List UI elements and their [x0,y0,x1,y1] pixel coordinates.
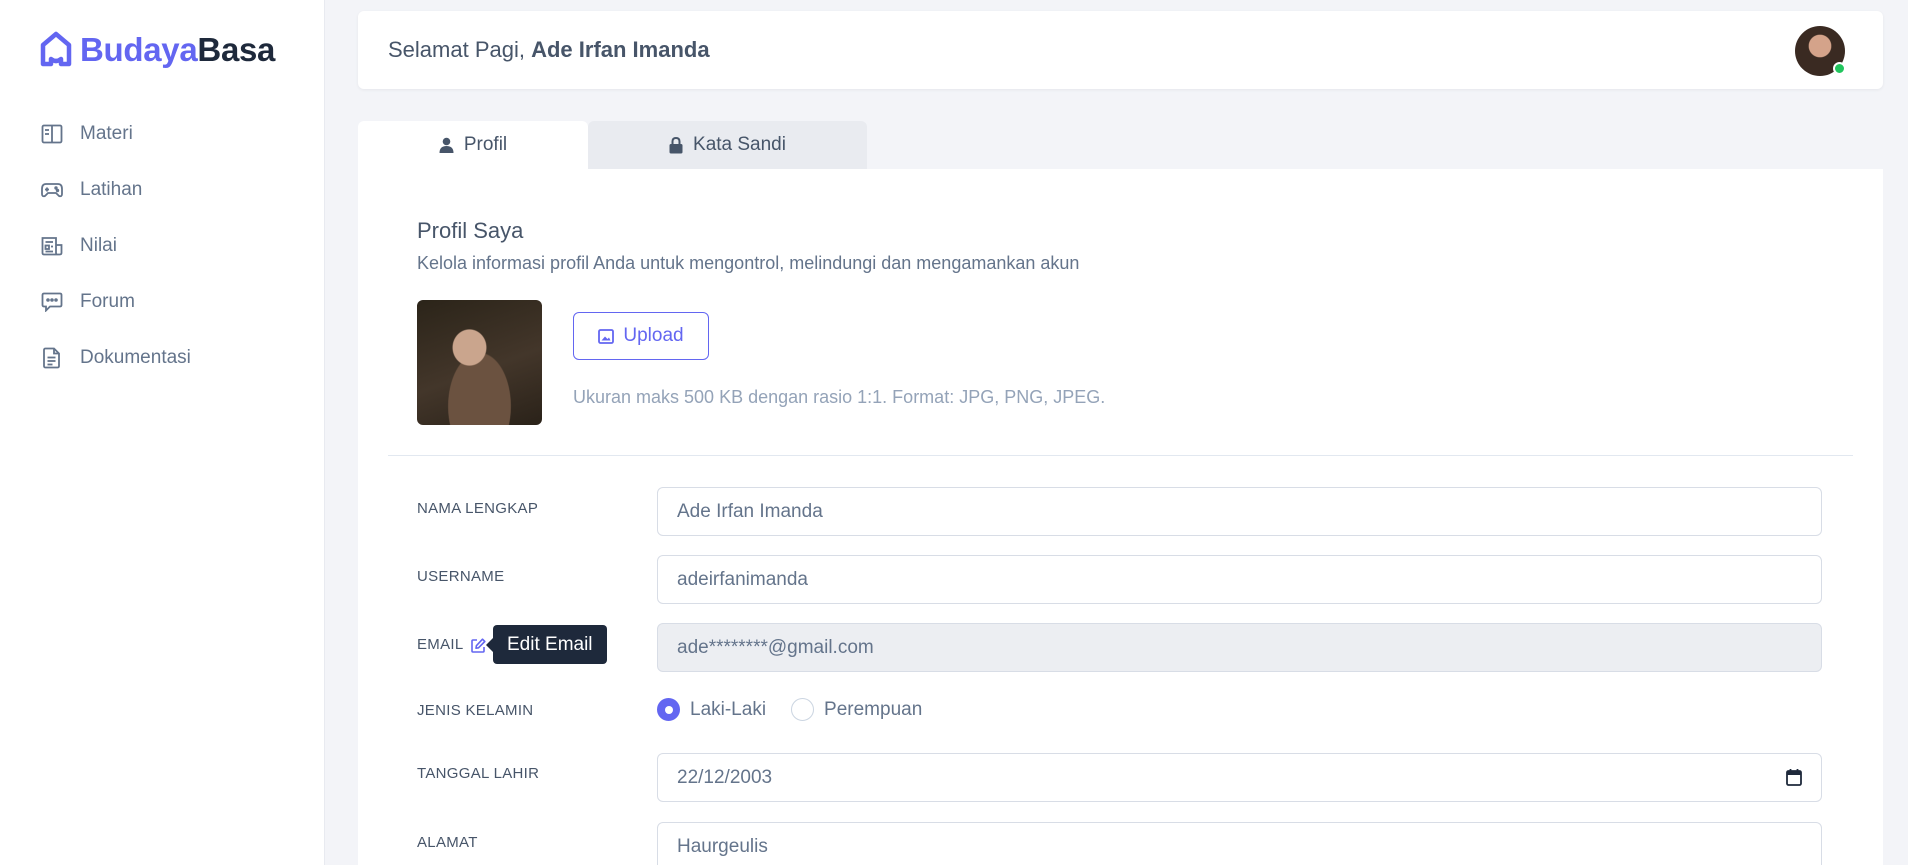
sidebar-item-label: Materi [80,123,133,144]
full-name-label: NAMA LENGKAP [417,500,539,517]
book-open-icon [40,122,64,146]
edit-icon[interactable] [471,637,487,653]
user-icon [439,137,454,153]
profile-photo [417,300,542,425]
email-field: ade********@gmail.com [657,623,1822,672]
avatar[interactable] [1795,26,1846,76]
birth-date-field[interactable]: 22/12/2003 [657,753,1822,802]
lock-icon [669,136,683,153]
email-label: EMAIL [417,636,487,653]
sidebar-item-dokumentasi[interactable]: Dokumentasi [40,330,191,386]
upload-label: Upload [623,325,684,346]
gender-radio-male[interactable] [657,698,680,721]
sidebar-item-nilai[interactable]: Nilai [40,218,191,274]
online-status-dot [1833,62,1846,75]
sidebar-item-materi[interactable]: Materi [40,106,191,162]
upload-button[interactable]: Upload [573,312,709,360]
tab-kata-sandi[interactable]: Kata Sandi [588,121,867,169]
section-subtitle: Kelola informasi profil Anda untuk mengo… [417,253,1080,273]
full-name-field[interactable]: Ade Irfan Imanda [657,487,1822,536]
sidebar-item-label: Latihan [80,179,143,200]
username-field[interactable]: adeirfanimanda [657,555,1822,604]
tab-profil[interactable]: Profil [358,121,588,169]
sidebar-item-label: Forum [80,291,135,312]
profile-card: Profil Saya Kelola informasi profil Anda… [358,169,1883,865]
gender-radio-group: Laki-Laki Perempuan [657,698,947,721]
username-label: USERNAME [417,568,505,585]
sidebar-item-latihan[interactable]: Latihan [40,162,191,218]
user-name: Ade Irfan Imanda [531,37,710,62]
sidebar-item-label: Dokumentasi [80,347,191,368]
sidebar: BudayaBasa Materi Latihan Nilai Forum Do… [0,0,325,865]
profile-tabs: Profil Kata Sandi [358,121,867,169]
calendar-icon[interactable] [1786,768,1802,786]
tab-label: Profil [463,134,508,155]
edit-email-tooltip: Edit Email [486,625,607,664]
image-icon [598,328,615,344]
upload-hint: Ukuran maks 500 KB dengan rasio 1:1. For… [573,387,1106,407]
gender-option-label: Perempuan [824,698,923,720]
gamepad-icon [40,178,64,202]
section-title: Profil Saya [417,218,524,243]
divider [388,455,1853,456]
gender-label: JENIS KELAMIN [417,702,534,719]
chat-icon [40,290,64,314]
sidebar-item-forum[interactable]: Forum [40,274,191,330]
brand-name: BudayaBasa [80,31,276,68]
brand-logo[interactable]: BudayaBasa [39,30,275,70]
birth-date-label: TANGGAL LAHIR [417,765,540,782]
tab-label: Kata Sandi [693,134,786,155]
birth-date-value: 22/12/2003 [677,766,773,788]
top-header: Selamat Pagi, Ade Irfan Imanda [358,11,1883,89]
logo-icon [40,31,72,67]
greeting-text: Selamat Pagi, Ade Irfan Imanda [388,37,710,62]
document-icon [40,346,64,370]
gender-radio-female[interactable] [791,698,815,721]
gender-option-label: Laki-Laki [690,698,767,720]
address-label: ALAMAT [417,834,478,851]
address-field[interactable]: Haurgeulis [657,822,1822,865]
sidebar-item-label: Nilai [80,235,117,256]
report-icon [40,234,64,258]
sidebar-nav: Materi Latihan Nilai Forum Dokumentasi [40,106,191,386]
